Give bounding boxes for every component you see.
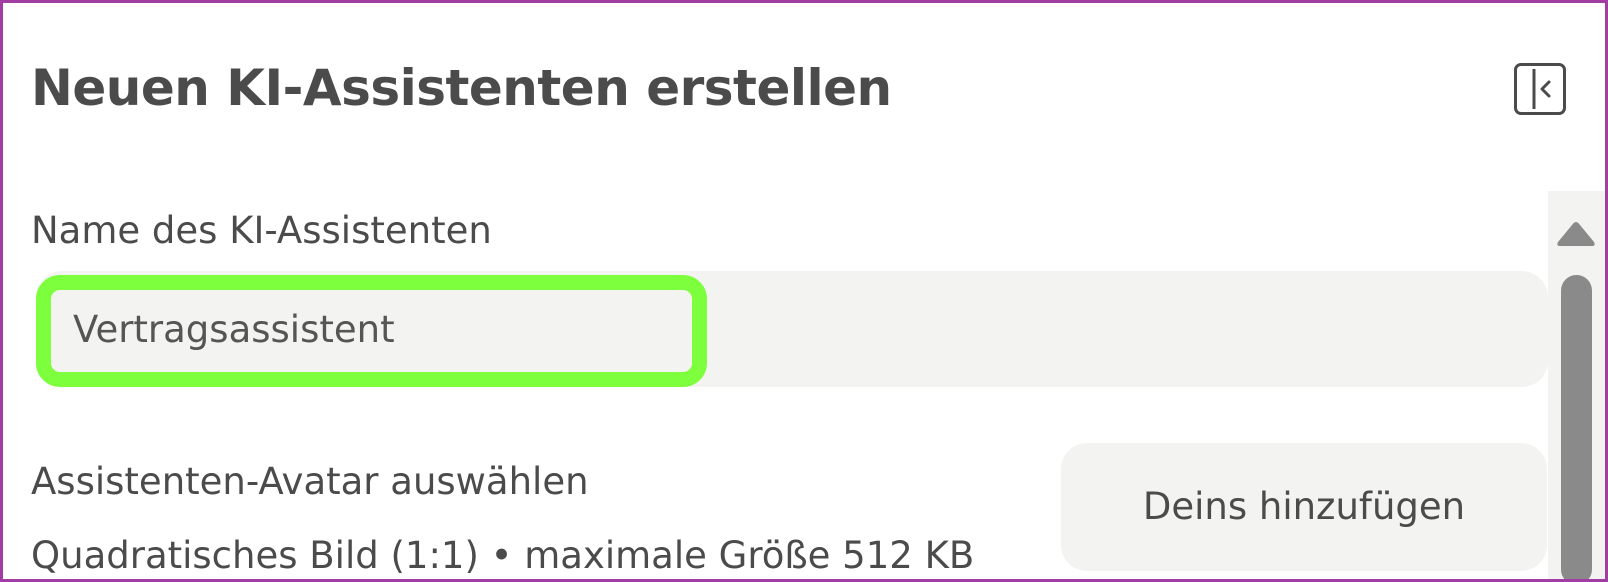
- add-avatar-button[interactable]: Deins hinzufügen: [1061, 443, 1547, 571]
- avatar-size-hint: Quadratisches Bild (1:1) • maximale Größ…: [31, 534, 975, 577]
- scroll-up-arrow-icon[interactable]: [1554, 219, 1598, 249]
- assistant-create-panel: Neuen KI-Assistenten erstellen Name des …: [0, 0, 1608, 582]
- sidebar-collapse-icon: [1532, 69, 1551, 109]
- assistant-name-input[interactable]: [53, 292, 693, 366]
- scrollbar-thumb[interactable]: [1561, 275, 1592, 579]
- page-title: Neuen KI-Assistenten erstellen: [31, 59, 892, 117]
- sidebar-collapse-button[interactable]: [1514, 63, 1566, 115]
- assistant-name-label: Name des KI-Assistenten: [31, 209, 492, 252]
- avatar-section-title: Assistenten-Avatar auswählen: [31, 460, 589, 503]
